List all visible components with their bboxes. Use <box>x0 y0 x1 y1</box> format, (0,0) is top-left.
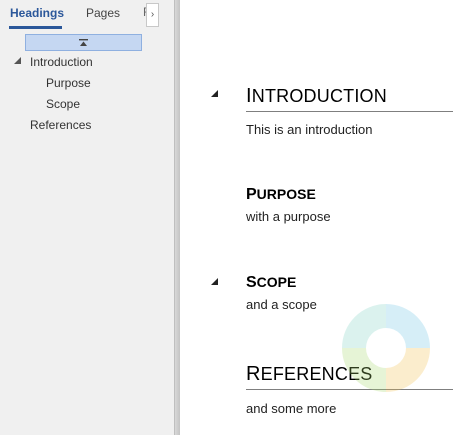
expanded-triangle-icon[interactable] <box>211 90 218 97</box>
heading-rest: COPE <box>256 274 297 290</box>
collapse-all-icon <box>79 38 88 46</box>
heading-scope[interactable]: SCOPE <box>246 274 296 292</box>
heading-initial: P <box>246 186 257 203</box>
nav-tabs: Headings Pages R › <box>0 0 174 30</box>
body-text[interactable]: This is an introduction <box>246 122 372 137</box>
tab-pages[interactable]: Pages <box>86 6 120 20</box>
expanded-triangle-icon[interactable] <box>211 278 218 285</box>
body-text[interactable]: and a scope <box>246 297 317 312</box>
nav-item-references[interactable]: References <box>30 118 91 132</box>
heading-rest: URPOSE <box>256 186 316 202</box>
heading-rule <box>246 111 453 112</box>
watermark-logo-icon <box>342 304 430 392</box>
chevron-right-icon[interactable]: › <box>146 3 159 27</box>
tab-headings[interactable]: Headings <box>10 6 64 20</box>
collapse-all-button[interactable] <box>25 34 142 51</box>
heading-initial: R <box>246 363 261 385</box>
active-tab-indicator <box>9 26 62 29</box>
body-text[interactable]: and some more <box>246 401 336 416</box>
heading-introduction[interactable]: INTRODUCTION <box>246 85 387 108</box>
heading-rest: NTRODUCTION <box>251 86 387 106</box>
heading-purpose[interactable]: PURPOSE <box>246 186 316 204</box>
navigation-pane: Headings Pages R › Introduction Purpose … <box>0 0 174 435</box>
heading-initial: S <box>246 274 257 291</box>
pane-splitter[interactable] <box>174 0 180 435</box>
nav-item-purpose[interactable]: Purpose <box>46 76 91 90</box>
expanded-triangle-icon[interactable] <box>14 57 21 64</box>
nav-item-introduction[interactable]: Introduction <box>30 55 93 69</box>
nav-item-scope[interactable]: Scope <box>46 97 80 111</box>
body-text[interactable]: with a purpose <box>246 209 331 224</box>
